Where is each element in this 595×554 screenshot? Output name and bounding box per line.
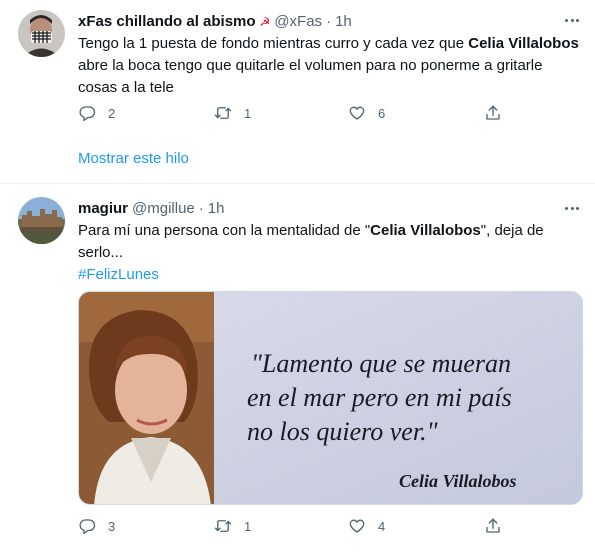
separator-dot: · — [326, 13, 332, 30]
heart-icon — [349, 106, 365, 120]
retweet-button[interactable]: 1 — [214, 517, 251, 535]
like-button[interactable]: 6 — [348, 104, 385, 122]
retweet-icon — [214, 520, 232, 532]
tweet-text-bold: Celia Villalobos — [370, 222, 481, 239]
author-name[interactable]: xFas chillando al abismo — [78, 13, 256, 30]
image-quote-line: "Lamento que se mueran — [251, 349, 511, 378]
more-options-icon[interactable] — [565, 201, 579, 215]
share-icon — [486, 105, 500, 120]
author-name[interactable]: magiur — [78, 200, 128, 217]
image-quote-line: no los quiero ver." — [247, 417, 438, 446]
reply-icon — [79, 106, 96, 122]
retweet-count: 1 — [244, 105, 252, 121]
tweet-image[interactable]: "Lamento que se mueran en el mar pero en… — [78, 291, 583, 505]
reply-count: 3 — [108, 518, 116, 534]
tweet-header: magiur @mgillue · 1h — [78, 200, 224, 217]
separator-dot: · — [198, 200, 204, 217]
tweet-header: xFas chillando al abismo ☭ @xFas · 1h — [78, 13, 352, 30]
tweet-time[interactable]: 1h — [335, 13, 352, 30]
tweet-text: Para mí una persona con la mentalidad de… — [78, 220, 583, 286]
tweet-text-bold: Celia Villalobos — [468, 35, 579, 52]
reply-count: 2 — [108, 105, 116, 121]
author-handle[interactable]: @xFas — [274, 13, 322, 30]
reply-icon — [79, 519, 96, 535]
retweet-button[interactable]: 1 — [214, 104, 251, 122]
reply-button[interactable]: 3 — [78, 517, 115, 535]
hashtag-link[interactable]: #FelizLunes — [78, 264, 583, 286]
author-handle[interactable]: @mgillue — [132, 200, 195, 217]
heart-icon — [349, 519, 365, 533]
image-signature: Celia Villalobos — [399, 471, 517, 491]
show-thread-link[interactable]: Mostrar este hilo — [78, 150, 189, 167]
tweet-text-part: Tengo la 1 puesta de fondo mientras curr… — [78, 35, 469, 52]
tweet[interactable]: magiur @mgillue · 1h Para mí una persona… — [0, 185, 595, 554]
share-icon — [486, 518, 500, 533]
like-count: 6 — [378, 105, 386, 121]
tweet-text-part: Para mí una persona con la mentalidad de… — [78, 222, 371, 239]
tweet-text: Tengo la 1 puesta de fondo mientras curr… — [78, 33, 583, 99]
share-button[interactable] — [484, 104, 502, 122]
like-count: 4 — [378, 518, 386, 534]
tweet-actions: 2 1 6 — [78, 104, 518, 124]
retweet-icon — [214, 107, 232, 119]
reply-button[interactable]: 2 — [78, 104, 115, 122]
tweet[interactable]: xFas chillando al abismo ☭ @xFas · 1h Te… — [0, 0, 595, 184]
tweet-time[interactable]: 1h — [208, 200, 225, 217]
tweet-actions: 3 1 4 — [78, 517, 518, 537]
avatar[interactable] — [18, 197, 65, 244]
like-button[interactable]: 4 — [348, 517, 385, 535]
more-options-icon[interactable] — [565, 13, 579, 27]
avatar[interactable] — [18, 10, 65, 57]
hammer-sickle-icon: ☭ — [259, 14, 271, 29]
image-quote-line: en el mar pero en mi país — [247, 383, 512, 412]
tweet-text-part: abre la boca tengo que quitarle el volum… — [78, 57, 543, 96]
share-button[interactable] — [484, 517, 502, 535]
retweet-count: 1 — [244, 518, 252, 534]
